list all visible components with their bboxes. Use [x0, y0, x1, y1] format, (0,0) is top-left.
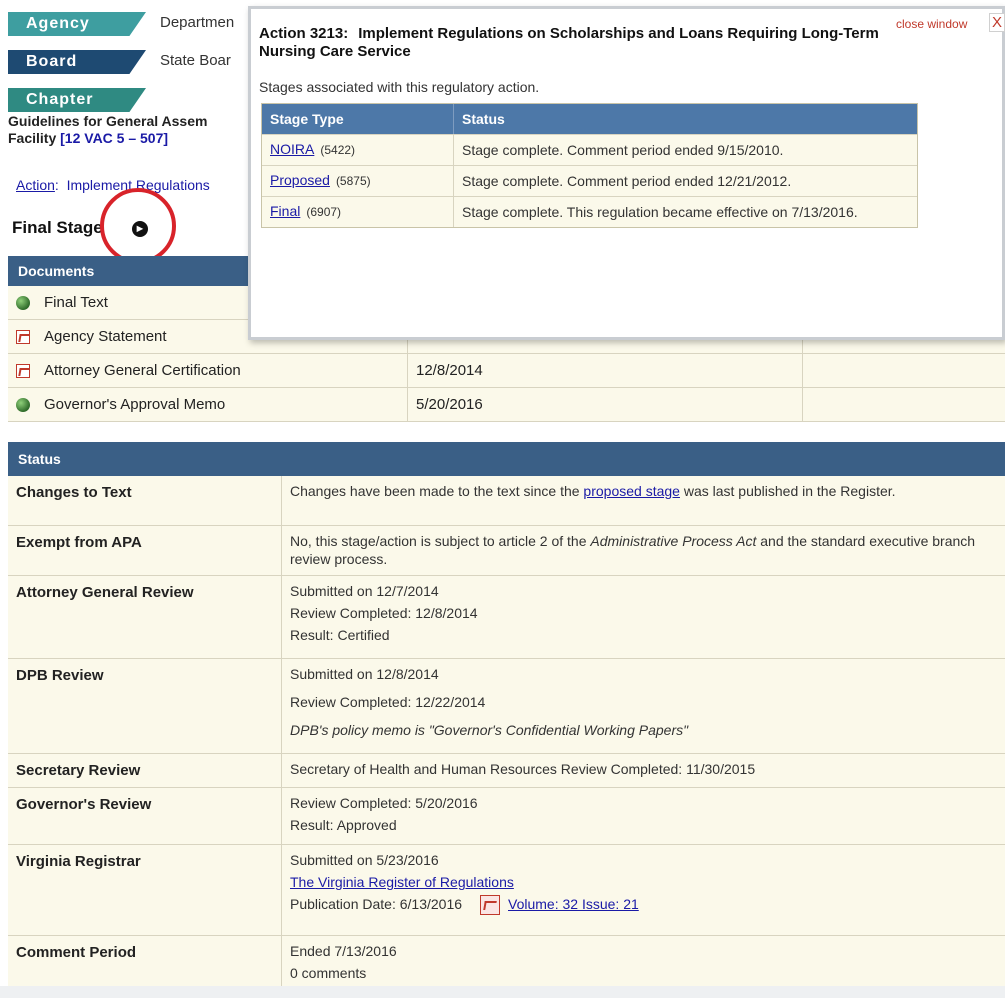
stage-type-link[interactable]: Final: [270, 203, 300, 219]
status-key: Virginia Registrar: [8, 845, 282, 935]
close-icon[interactable]: X: [989, 13, 1005, 32]
status-value: Ended 7/13/2016 0 comments: [282, 936, 1005, 992]
status-row-ag-review: Attorney General Review Submitted on 12/…: [8, 576, 1005, 659]
chapter-title-line1: Guidelines for General Assem: [8, 113, 208, 129]
status-row-secretary-review: Secretary Review Secretary of Health and…: [8, 754, 1005, 788]
popup-subtitle: Stages associated with this regulatory a…: [259, 79, 540, 95]
chapter-vac-link[interactable]: [12 VAC 5 – 507]: [60, 130, 168, 146]
globe-icon: [16, 295, 30, 310]
stage-type-link[interactable]: NOIRA: [270, 141, 314, 157]
document-link[interactable]: Agency Statement: [44, 328, 167, 345]
exempt-pre: No, this stage/action is subject to arti…: [290, 533, 591, 549]
final-stage-title: Final Stage: [12, 218, 103, 237]
status-value: Changes have been made to the text since…: [282, 476, 1005, 525]
agency-name: Departmen: [160, 14, 235, 31]
status-value: Review Completed: 5/20/2016 Result: Appr…: [282, 788, 1005, 844]
dpb-memo: DPB's policy memo is "Governor's Confide…: [290, 722, 689, 738]
popup-action-title: Implement Regulations on Scholarships an…: [259, 25, 879, 60]
stages-header: Stage Type Status: [262, 104, 917, 134]
changes-text-post: was last published in the Register.: [679, 483, 896, 499]
registrar-submitted: Submitted on 5/23/2016: [290, 852, 439, 868]
publication-date: Publication Date: 6/13/2016: [290, 896, 463, 912]
stages-table: Stage Type Status NOIRA (5422) Stage comp…: [261, 103, 918, 228]
virginia-register-link[interactable]: The Virginia Register of Regulations: [290, 873, 997, 891]
comment-count: 0 comments: [290, 965, 367, 981]
ag-submitted: Submitted on 12/7/2014: [290, 583, 439, 599]
status-table: Status Changes to Text Changes have been…: [8, 442, 1005, 993]
action-line: Action: Implement Regulations: [16, 177, 210, 193]
status-row-exempt: Exempt from APA No, this stage/action is…: [8, 526, 1005, 576]
publication-line: Publication Date: 6/13/2016 Volume: 32 Is…: [290, 895, 997, 916]
document-row: Attorney General Certification 12/8/2014: [8, 354, 1005, 388]
board-name: State Boar: [160, 52, 231, 69]
highlight-circle-annotation: [100, 188, 176, 264]
action-colon: :: [54, 177, 59, 193]
dpb-completed: Review Completed: 12/22/2014: [290, 694, 486, 710]
document-date: 12/8/2014: [408, 354, 803, 387]
gov-result: Result: Approved: [290, 817, 397, 833]
status-value: Submitted on 12/7/2014 Review Completed:…: [282, 576, 1005, 658]
status-value: Submitted on 5/23/2016 The Virginia Regi…: [282, 845, 1005, 935]
status-value: Submitted on 12/8/2014 Review Completed:…: [282, 659, 1005, 753]
document-date: 5/20/2016: [408, 388, 803, 421]
stages-popup: Action 3213: Implement Regulations on Sch…: [248, 6, 1005, 340]
volume-issue-link[interactable]: Volume: 32 Issue: 21: [508, 896, 639, 912]
chapter-title: Guidelines for General Assem Facility [1…: [8, 113, 207, 147]
popup-action-number: Action 3213:: [259, 25, 349, 42]
exempt-italic: Administrative Process Act: [590, 533, 757, 549]
status-row-registrar: Virginia Registrar Submitted on 5/23/201…: [8, 845, 1005, 936]
stage-status-header: Status: [462, 111, 505, 127]
bottom-strip: [0, 986, 1005, 998]
pdf-icon: [16, 329, 30, 344]
status-header: Status: [8, 442, 1005, 476]
stage-row: NOIRA (5422) Stage complete. Comment peri…: [262, 134, 917, 165]
status-value: Secretary of Health and Human Resources …: [290, 761, 756, 777]
chapter-title-prefix: Facility: [8, 130, 57, 146]
changes-text-pre: Changes have been made to the text since…: [290, 483, 584, 499]
stage-type-header: Stage Type: [262, 104, 454, 134]
stage-number: (5422): [320, 143, 356, 157]
status-key: Comment Period: [8, 936, 282, 992]
comment-ended: Ended 7/13/2016: [290, 943, 397, 959]
ag-result: Result: Certified: [290, 627, 390, 643]
stage-status: Stage complete. This regulation became e…: [462, 204, 858, 220]
status-key: Attorney General Review: [8, 576, 282, 658]
status-row-changes-to-text: Changes to Text Changes have been made t…: [8, 476, 1005, 526]
board-tag: Board: [8, 50, 146, 74]
chapter-tag: Chapter: [8, 88, 146, 112]
agency-tag: Agency: [8, 12, 146, 36]
status-key: DPB Review: [8, 659, 282, 753]
status-row-comment-period: Comment Period Ended 7/13/2016 0 comment…: [8, 936, 1005, 993]
pdf-icon[interactable]: [480, 895, 501, 916]
ag-completed: Review Completed: 12/8/2014: [290, 605, 478, 621]
stage-number: (5875): [335, 174, 371, 188]
proposed-stage-link[interactable]: proposed stage: [583, 483, 680, 499]
globe-icon: [16, 397, 30, 412]
popup-title: Action 3213: Implement Regulations on Sch…: [259, 25, 899, 61]
status-key: Changes to Text: [8, 476, 282, 525]
chapter-title-line2: Facility [12 VAC 5 – 507]: [8, 130, 207, 147]
status-value: No, this stage/action is subject to arti…: [282, 526, 1005, 575]
dpb-submitted: Submitted on 12/8/2014: [290, 666, 439, 682]
document-link[interactable]: Final Text: [44, 294, 108, 311]
stage-status: Stage complete. Comment period ended 9/1…: [462, 142, 784, 158]
gov-completed: Review Completed: 5/20/2016: [290, 795, 478, 811]
status-row-dpb-review: DPB Review Submitted on 12/8/2014 Review…: [8, 659, 1005, 754]
stage-row: Proposed (5875) Stage complete. Comment p…: [262, 165, 917, 196]
document-row: Governor's Approval Memo 5/20/2016: [8, 388, 1005, 422]
stage-type-link[interactable]: Proposed: [270, 172, 330, 188]
status-key: Secretary Review: [8, 754, 282, 787]
close-window-link[interactable]: close window: [896, 17, 967, 31]
document-link[interactable]: Governor's Approval Memo: [44, 396, 225, 413]
stage-status: Stage complete. Comment period ended 12/…: [462, 173, 792, 189]
document-link[interactable]: Attorney General Certification: [44, 362, 241, 379]
stage-row: Final (6907) Stage complete. This regulat…: [262, 196, 917, 227]
pdf-icon: [16, 363, 30, 378]
status-row-governor-review: Governor's Review Review Completed: 5/20…: [8, 788, 1005, 845]
status-key: Governor's Review: [8, 788, 282, 844]
action-label-link[interactable]: Action: [16, 177, 55, 193]
stage-number: (6907): [306, 205, 342, 219]
status-key: Exempt from APA: [8, 526, 282, 575]
